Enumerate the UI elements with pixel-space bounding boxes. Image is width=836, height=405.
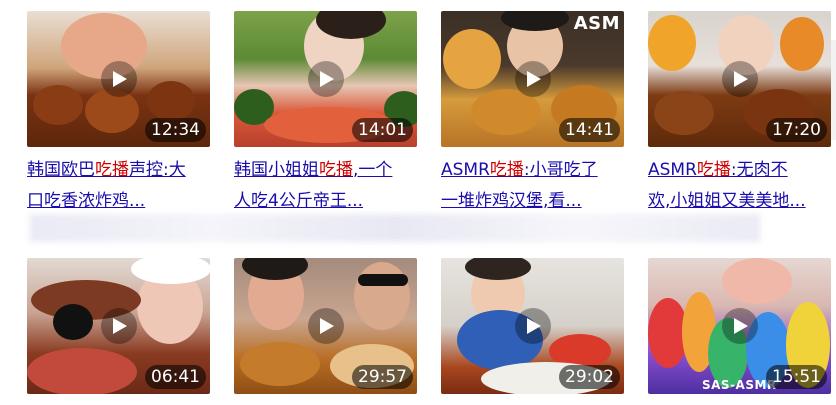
- play-icon[interactable]: [514, 308, 551, 344]
- video-title-link[interactable]: ASMR吃播:无肉不 欢,小姐姐又美美地...: [648, 155, 833, 217]
- play-icon[interactable]: [514, 61, 551, 97]
- video-card[interactable]: 12:34 韩国欧巴吃播声控:大 口吃香浓炸鸡...: [27, 11, 210, 217]
- video-thumbnail[interactable]: ASM 14:41: [441, 11, 624, 147]
- play-icon[interactable]: [721, 308, 758, 344]
- video-card[interactable]: 29:02: [441, 258, 624, 394]
- video-card[interactable]: 29:57: [234, 258, 417, 394]
- video-thumbnail[interactable]: 29:57: [234, 258, 417, 394]
- duration-badge: 12:34: [145, 118, 206, 142]
- duration-badge: 29:57: [352, 365, 413, 389]
- duration-badge: 06:41: [145, 365, 206, 389]
- video-card[interactable]: SAS-ASMR 15:51: [648, 258, 831, 394]
- play-icon[interactable]: [721, 61, 758, 97]
- video-card[interactable]: 14:01 韩国小姐姐吃播,一个 人吃4公斤帝王...: [234, 11, 417, 217]
- video-thumbnail[interactable]: 29:02: [441, 258, 624, 394]
- video-thumbnail[interactable]: 17:20: [648, 11, 831, 147]
- video-thumbnail[interactable]: SAS-ASMR 15:51: [648, 258, 831, 394]
- video-thumbnail[interactable]: 06:41: [27, 258, 210, 394]
- duration-badge: 29:02: [559, 365, 620, 389]
- play-icon[interactable]: [100, 61, 137, 97]
- video-title-link[interactable]: 韩国小姐姐吃播,一个 人吃4公斤帝王...: [234, 155, 419, 217]
- duration-badge: 15:51: [766, 365, 827, 389]
- video-card[interactable]: 06:41: [27, 258, 210, 394]
- video-thumbnail[interactable]: 12:34: [27, 11, 210, 147]
- play-icon[interactable]: [307, 308, 344, 344]
- video-title-link[interactable]: 韩国欧巴吃播声控:大 口吃香浓炸鸡...: [27, 155, 212, 217]
- play-icon[interactable]: [307, 61, 344, 97]
- duration-badge: 14:41: [559, 118, 620, 142]
- video-title-link[interactable]: ASMR吃播:小哥吃了 一堆炸鸡汉堡,看...: [441, 155, 626, 217]
- play-icon[interactable]: [100, 308, 137, 344]
- blurred-redaction: [30, 214, 760, 242]
- watermark: ASM: [573, 13, 620, 34]
- video-card[interactable]: 17:20 ASMR吃播:无肉不 欢,小姐姐又美美地...: [648, 11, 831, 217]
- video-card[interactable]: ASM 14:41 ASMR吃播:小哥吃了 一堆炸鸡汉堡,看...: [441, 11, 624, 217]
- duration-badge: 17:20: [766, 118, 827, 142]
- duration-badge: 14:01: [352, 118, 413, 142]
- video-thumbnail[interactable]: 14:01: [234, 11, 417, 147]
